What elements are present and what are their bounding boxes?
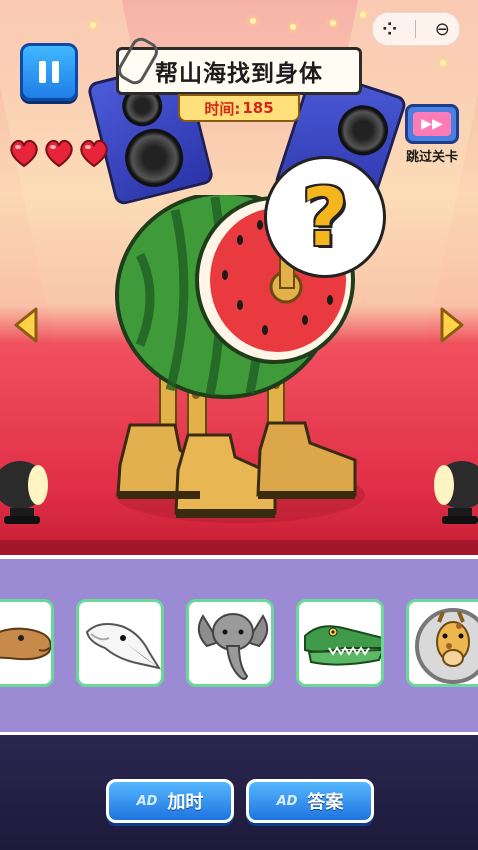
string-light bbox=[250, 18, 256, 24]
tv-icon: ▶▶ bbox=[405, 104, 459, 144]
heart-icon bbox=[10, 139, 38, 168]
string-light bbox=[360, 12, 366, 18]
choice-card-elephant[interactable] bbox=[186, 599, 274, 687]
mystery-head-bubble: ? bbox=[264, 156, 386, 278]
add-time-label: 加时 bbox=[167, 792, 204, 813]
bottom-bar: AD 加时 AD 答案 bbox=[0, 735, 478, 850]
pause-button[interactable] bbox=[20, 43, 78, 101]
timer: 时间: 185 bbox=[178, 94, 300, 122]
ad-tag: AD bbox=[136, 793, 158, 809]
prev-arrow-icon[interactable] bbox=[12, 306, 40, 344]
close-icon[interactable]: ⊖ bbox=[435, 19, 450, 40]
next-arrow-icon[interactable] bbox=[438, 306, 466, 344]
skip-level-button[interactable]: ▶▶ 跳过关卡 bbox=[398, 98, 466, 165]
string-light bbox=[290, 24, 296, 30]
ad-tag: AD bbox=[276, 793, 298, 809]
miniprogram-capsule: ⁘ ⊖ bbox=[372, 12, 460, 46]
heart-icon bbox=[45, 139, 73, 168]
string-light bbox=[330, 20, 336, 26]
lives-hearts bbox=[8, 138, 110, 168]
answer-label: 答案 bbox=[307, 792, 344, 813]
choice-card-giraffe[interactable] bbox=[406, 599, 478, 687]
more-icon[interactable]: ⁘ bbox=[382, 19, 397, 40]
spotlight-right bbox=[434, 461, 478, 524]
timer-label: 时间: bbox=[204, 99, 241, 118]
choice-panel bbox=[0, 555, 478, 735]
choice-card-swan[interactable] bbox=[76, 599, 164, 687]
add-time-button[interactable]: AD 加时 bbox=[106, 779, 234, 823]
swan-head-icon bbox=[85, 623, 161, 670]
choice-card-camel[interactable] bbox=[0, 599, 54, 687]
giraffe-head-icon bbox=[415, 608, 478, 684]
choice-card-crocodile[interactable] bbox=[296, 599, 384, 687]
stage-edge bbox=[0, 540, 478, 555]
spotlight-left bbox=[0, 461, 48, 524]
pause-icon bbox=[39, 61, 59, 83]
crocodile-head-icon bbox=[304, 625, 381, 666]
string-light bbox=[90, 22, 96, 28]
heart-icon bbox=[80, 139, 108, 168]
timer-value: 185 bbox=[242, 99, 274, 117]
camel-head-icon bbox=[0, 627, 51, 661]
skip-level-label: 跳过关卡 bbox=[405, 150, 458, 165]
string-light bbox=[440, 60, 446, 66]
elephant-head-icon bbox=[197, 613, 269, 680]
answer-button[interactable]: AD 答案 bbox=[246, 779, 374, 823]
